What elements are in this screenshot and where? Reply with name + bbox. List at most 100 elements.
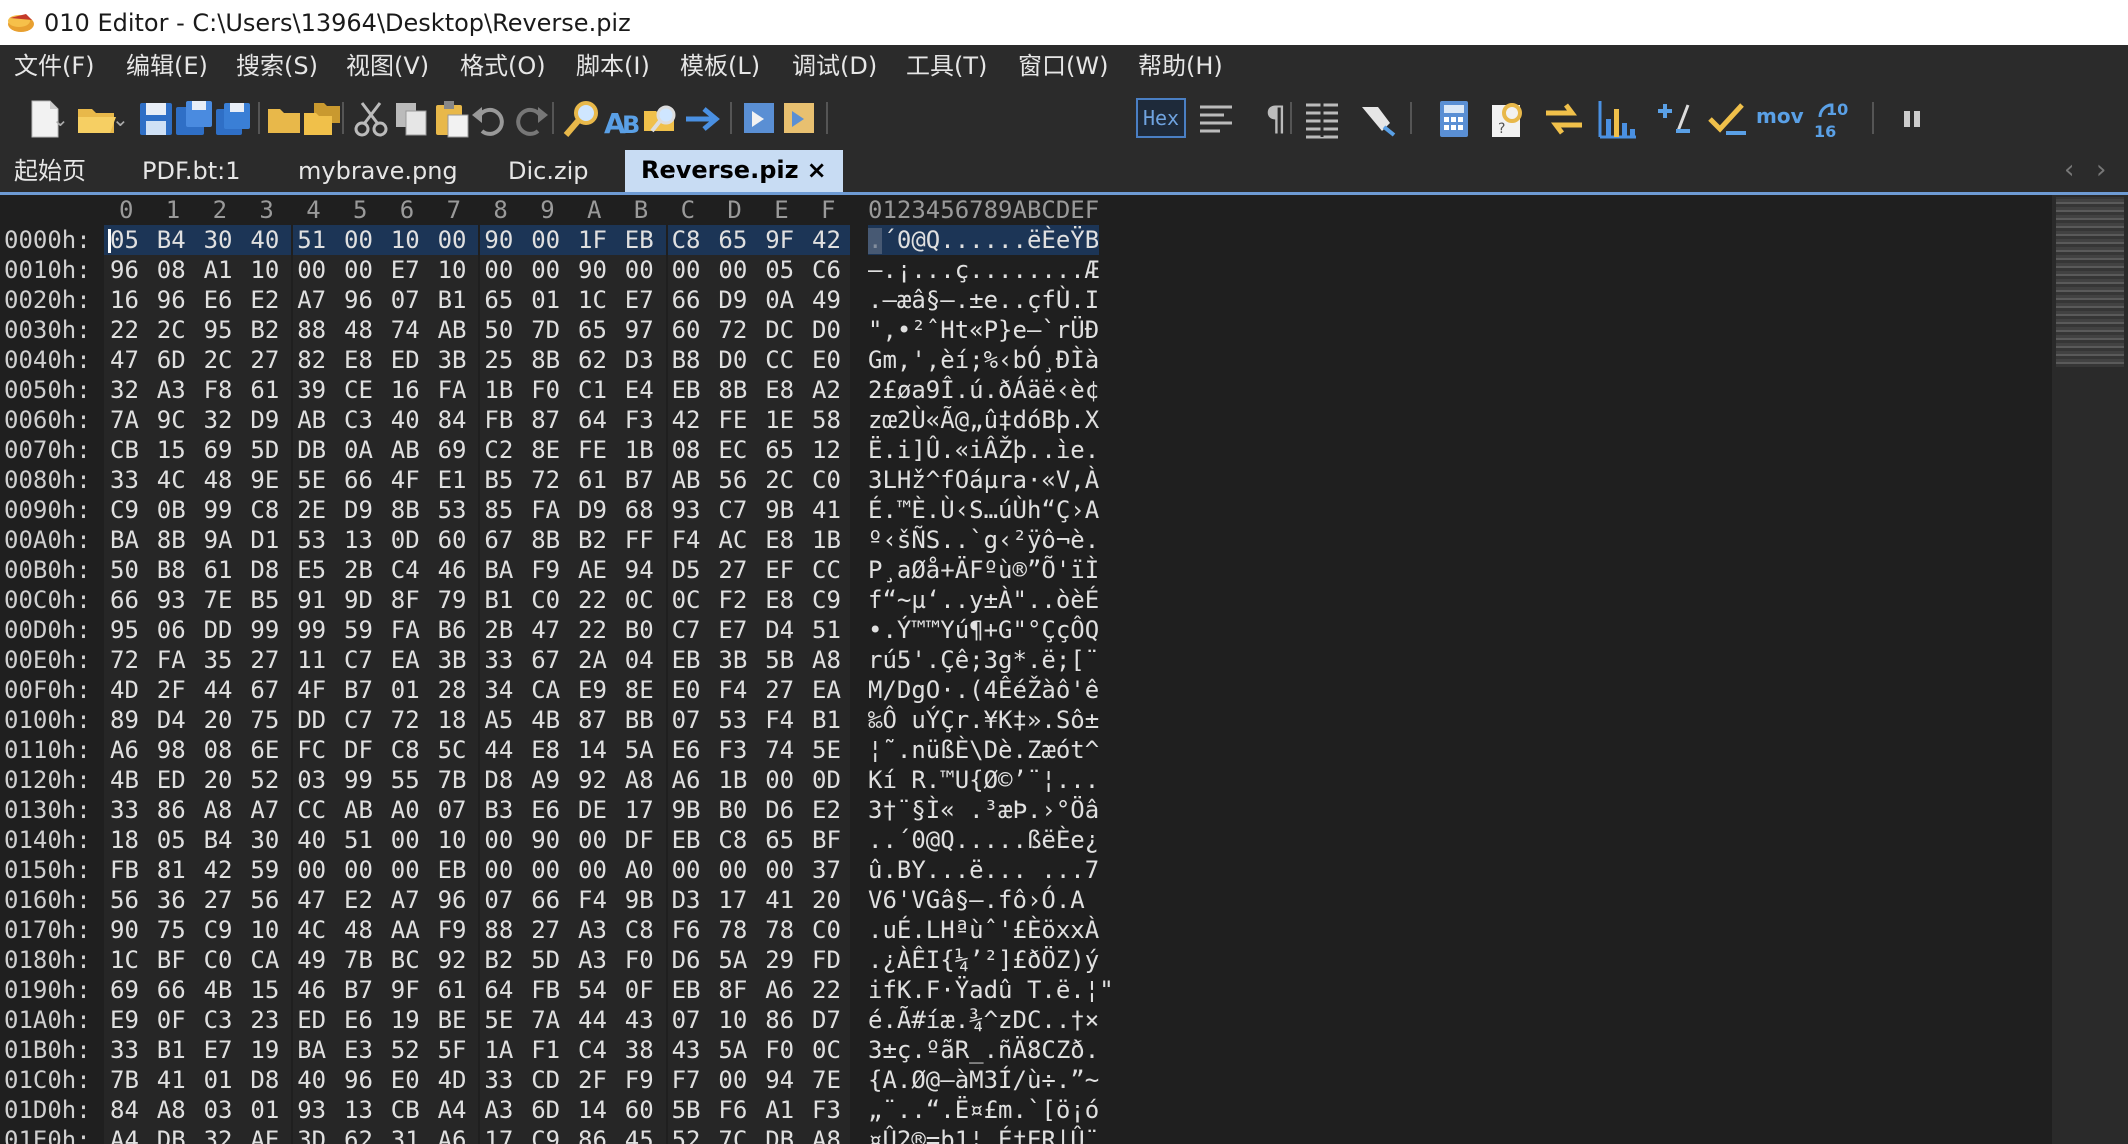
hex-byte[interactable]: DB (157, 1125, 186, 1144)
hex-byte[interactable]: 08 (204, 735, 233, 765)
hex-byte[interactable]: 6D (157, 345, 186, 375)
hex-byte[interactable]: 89 (110, 705, 139, 735)
hex-byte[interactable]: E8 (765, 375, 794, 405)
hex-byte[interactable]: AB (344, 795, 373, 825)
hex-byte[interactable]: D0 (718, 345, 747, 375)
ascii-row[interactable]: •.Ý™™Yú¶+G"°ÇçÔQ (868, 615, 1099, 645)
hex-byte[interactable]: 9B (672, 795, 701, 825)
hex-byte[interactable]: CC (297, 795, 326, 825)
hex-byte[interactable]: 0B (157, 495, 186, 525)
hex-byte[interactable]: 37 (812, 855, 841, 885)
hex-byte[interactable]: A5 (484, 705, 513, 735)
hex-byte[interactable]: B4 (204, 825, 233, 855)
hex-row[interactable]: 47 6D 2C 27 82 E8 ED 3B 25 8B 62 D3 B8 D0 CC E0 (104, 345, 850, 375)
hex-byte[interactable]: 00 (531, 225, 560, 255)
hex-byte[interactable]: F0 (765, 1035, 794, 1065)
hex-byte[interactable]: 62 (578, 345, 607, 375)
hex-byte[interactable]: 0C (812, 1035, 841, 1065)
hex-byte[interactable]: 00 (391, 825, 420, 855)
hex-byte[interactable]: B1 (438, 285, 467, 315)
menu-item[interactable]: 格式(O) (460, 51, 546, 81)
hex-byte[interactable]: 60 (438, 525, 467, 555)
hex-byte[interactable]: E4 (625, 375, 654, 405)
ascii-row[interactable]: .uÉ.LHªùˆ'£ÈöxxÀ (868, 915, 1099, 945)
hex-byte[interactable]: 00 (578, 825, 607, 855)
hex-byte[interactable]: 61 (578, 465, 607, 495)
hex-byte[interactable]: 87 (531, 405, 560, 435)
hex-byte[interactable]: 15 (157, 435, 186, 465)
hex-byte[interactable]: 8B (391, 495, 420, 525)
hex-byte[interactable]: A8 (812, 1125, 841, 1144)
hex-byte[interactable]: 5E (484, 1005, 513, 1035)
hex-byte[interactable]: 01 (250, 1095, 279, 1125)
hex-byte[interactable]: F9 (438, 915, 467, 945)
hex-byte[interactable]: 7B (110, 1065, 139, 1095)
hex-byte[interactable]: 11 (297, 645, 326, 675)
hex-byte[interactable]: 14 (578, 1095, 607, 1125)
hex-byte[interactable]: 90 (484, 225, 513, 255)
hex-row[interactable]: 33 86 A8 A7 CC AB A0 07 B3 E6 DE 17 9B B0 D6 E2 (104, 795, 850, 825)
close-icon[interactable]: × (807, 156, 827, 184)
hex-byte[interactable]: 01 (531, 285, 560, 315)
hex-byte[interactable]: 2B (484, 615, 513, 645)
hex-byte[interactable]: 06 (157, 615, 186, 645)
hex-byte[interactable]: 48 (344, 315, 373, 345)
hex-byte[interactable]: FB (110, 855, 139, 885)
hex-byte[interactable]: BA (297, 1035, 326, 1065)
hex-byte[interactable]: A8 (157, 1095, 186, 1125)
hex-row[interactable]: 18 05 B4 30 40 51 00 10 00 90 00 DF EB C8 65 BF (104, 825, 850, 855)
hex-byte[interactable]: 01 (391, 675, 420, 705)
hex-row[interactable]: 4D 2F 44 67 4F B7 01 28 34 CA E9 8E E0 F4 27 EA (104, 675, 850, 705)
hex-byte[interactable]: 0A (344, 435, 373, 465)
tab-pdf-bt[interactable]: PDF.bt:1 (142, 154, 241, 190)
ascii-row[interactable]: Kí R.™U{Ø©’¨¦... (868, 765, 1099, 795)
hex-byte[interactable]: 90 (578, 255, 607, 285)
hex-byte[interactable]: 0D (812, 765, 841, 795)
hex-byte[interactable]: 27 (765, 675, 794, 705)
hex-byte[interactable]: A6 (765, 975, 794, 1005)
hex-byte[interactable]: 00 (297, 255, 326, 285)
hex-row[interactable]: E9 0F C3 23 ED E6 19 BE 5E 7A 44 43 07 10 86 D7 (104, 1005, 850, 1035)
hex-byte[interactable]: C7 (718, 495, 747, 525)
hex-byte[interactable]: 59 (344, 615, 373, 645)
hex-byte[interactable]: 92 (438, 945, 467, 975)
hex-byte[interactable]: CD (531, 1065, 560, 1095)
hex-byte[interactable]: C8 (391, 735, 420, 765)
hex-byte[interactable]: 00 (531, 855, 560, 885)
compare-icon[interactable] (1542, 97, 1586, 141)
hex-byte[interactable]: ED (391, 345, 420, 375)
hex-byte[interactable]: D8 (250, 1065, 279, 1095)
hex-byte[interactable]: 99 (344, 765, 373, 795)
hex-byte[interactable]: 2F (578, 1065, 607, 1095)
hex-byte[interactable]: 27 (250, 645, 279, 675)
hex-row[interactable]: 33 4C 48 9E 5E 66 4F E1 B5 72 61 B7 AB 56 2C C0 (104, 465, 850, 495)
hex-byte[interactable]: 14 (578, 735, 607, 765)
hex-byte[interactable]: 00 (765, 765, 794, 795)
ascii-row[interactable]: {A.Ø@–àM3Í/ù÷.”~ (868, 1065, 1099, 1095)
hex-byte[interactable]: 96 (110, 255, 139, 285)
mov-button[interactable]: mov (1756, 102, 1804, 130)
hex-byte[interactable]: 1B (718, 765, 747, 795)
hex-byte[interactable]: A8 (812, 645, 841, 675)
hex-byte[interactable]: C0 (812, 915, 841, 945)
hex-byte[interactable]: CB (110, 435, 139, 465)
columns-icon[interactable] (1300, 97, 1344, 141)
hex-byte[interactable]: FA (531, 495, 560, 525)
hex-byte[interactable]: C1 (578, 375, 607, 405)
hex-byte[interactable]: 51 (812, 615, 841, 645)
hex-byte[interactable]: 31 (391, 1125, 420, 1144)
hex-byte[interactable]: 00 (297, 855, 326, 885)
hex-byte[interactable]: 36 (157, 885, 186, 915)
hex-byte[interactable]: 94 (625, 555, 654, 585)
hex-byte[interactable]: BA (110, 525, 139, 555)
hex-byte[interactable]: AC (718, 525, 747, 555)
menu-item[interactable]: 调试(D) (792, 51, 877, 81)
hex-byte[interactable]: 5D (531, 945, 560, 975)
hex-byte[interactable]: 0F (157, 1005, 186, 1035)
hex-byte[interactable]: 9E (250, 465, 279, 495)
hex-byte[interactable]: 90 (531, 825, 560, 855)
hex-byte[interactable]: AE (578, 555, 607, 585)
hex-byte[interactable]: 64 (578, 405, 607, 435)
hex-byte[interactable]: 40 (250, 225, 279, 255)
hex-byte[interactable]: 5A (718, 945, 747, 975)
